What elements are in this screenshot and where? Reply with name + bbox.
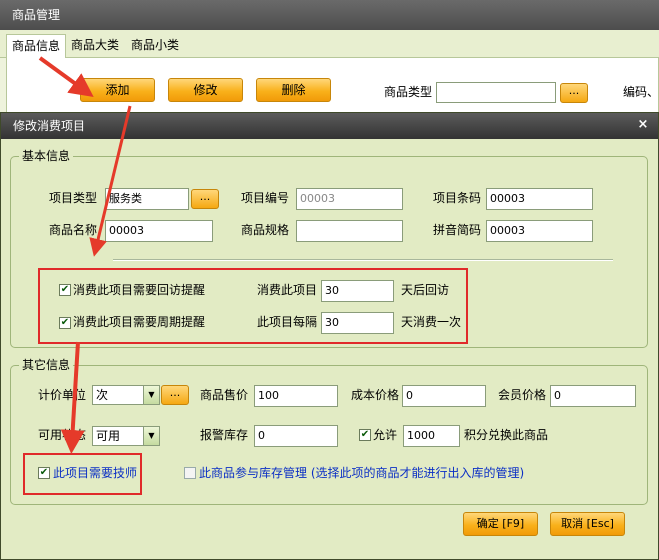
- window-title: 商品管理: [0, 0, 659, 30]
- ok-button[interactable]: 确定 [F9]: [463, 512, 538, 536]
- add-button[interactable]: 添加: [80, 78, 155, 102]
- alarm-stock-input[interactable]: 0: [254, 425, 338, 447]
- close-icon[interactable]: ×: [636, 118, 650, 132]
- unit-picker-button[interactable]: ...: [161, 385, 189, 405]
- barcode-input[interactable]: 00003: [486, 188, 593, 210]
- barcode-label: 项目条码: [433, 191, 482, 205]
- unit-select-value: 次: [96, 388, 109, 402]
- product-type-picker-button[interactable]: ...: [560, 83, 588, 103]
- chevron-down-icon: ▼: [143, 386, 159, 404]
- chevron-down-icon: ▼: [143, 427, 159, 445]
- cost-price-input[interactable]: 0: [402, 385, 486, 407]
- edit-item-dialog: 修改消费项目 × 基本信息 项目类型 服务类 ... 项目编号 00003 项目…: [0, 112, 659, 560]
- cost-price-label: 成本价格: [351, 388, 400, 402]
- alarm-stock-label: 报警库存: [200, 428, 249, 442]
- allow-label: 允许: [373, 428, 398, 442]
- tab-product-category[interactable]: 商品大类: [66, 34, 124, 58]
- status-select-value: 可用: [96, 429, 121, 443]
- unit-label: 计价单位: [38, 388, 87, 402]
- sale-price-label: 商品售价: [200, 388, 249, 402]
- product-spec-label: 商品规格: [241, 223, 290, 237]
- code-label: 编码、: [623, 85, 659, 99]
- item-type-input[interactable]: 服务类: [105, 188, 189, 210]
- product-type-label: 商品类型: [384, 85, 433, 99]
- highlight-box-technician: [23, 453, 142, 495]
- product-spec-input[interactable]: [296, 220, 403, 242]
- points-input[interactable]: 1000: [403, 425, 460, 447]
- product-type-input[interactable]: [436, 82, 556, 103]
- other-info-title: 其它信息: [19, 358, 74, 372]
- item-no-input[interactable]: 00003: [296, 188, 403, 210]
- status-label: 可用状态: [38, 428, 87, 442]
- item-type-label: 项目类型: [49, 191, 98, 205]
- unit-select[interactable]: 次 ▼: [92, 385, 160, 405]
- tab-bar: 商品信息 商品大类 商品小类: [0, 30, 659, 59]
- tab-product-info[interactable]: 商品信息: [6, 34, 67, 59]
- pinyin-code-input[interactable]: 00003: [486, 220, 593, 242]
- highlight-box-reminders: [38, 268, 468, 344]
- cancel-button[interactable]: 取消 [Esc]: [550, 512, 625, 536]
- tab-product-subcategory[interactable]: 商品小类: [126, 34, 184, 58]
- delete-button[interactable]: 删除: [256, 78, 331, 102]
- member-price-input[interactable]: 0: [550, 385, 636, 407]
- points-exchange-label: 积分兑换此商品: [464, 428, 549, 442]
- product-name-input[interactable]: 00003: [105, 220, 213, 242]
- product-name-label: 商品名称: [49, 223, 98, 237]
- edit-button[interactable]: 修改: [168, 78, 243, 102]
- stock-management-label: 此商品参与库存管理 (选择此项的商品才能进行出入库的管理): [199, 466, 525, 480]
- allow-points-checkbox[interactable]: ✔: [359, 429, 371, 441]
- status-select[interactable]: 可用 ▼: [92, 426, 160, 446]
- dialog-title: 修改消费项目: [1, 113, 658, 139]
- basic-info-title: 基本信息: [19, 149, 74, 163]
- sale-price-input[interactable]: 100: [254, 385, 338, 407]
- divider: [113, 259, 613, 261]
- pinyin-code-label: 拼音简码: [433, 223, 482, 237]
- item-no-label: 项目编号: [241, 191, 290, 205]
- item-type-picker-button[interactable]: ...: [191, 189, 219, 209]
- member-price-label: 会员价格: [498, 388, 547, 402]
- stock-management-checkbox[interactable]: [184, 467, 196, 479]
